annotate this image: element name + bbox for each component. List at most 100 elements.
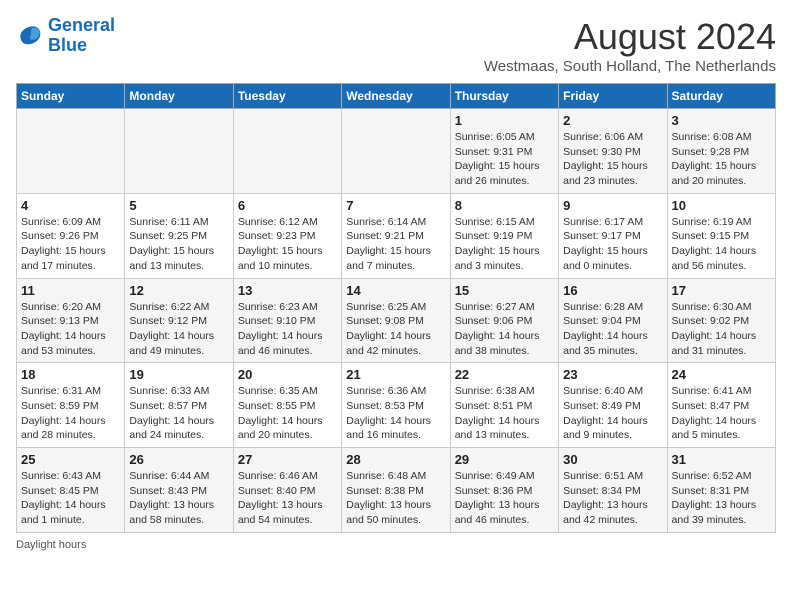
day-number: 12 (129, 283, 228, 298)
col-header-thursday: Thursday (450, 84, 558, 109)
day-number: 30 (563, 452, 662, 467)
calendar-cell: 9Sunrise: 6:17 AM Sunset: 9:17 PM Daylig… (559, 193, 667, 278)
calendar-cell: 10Sunrise: 6:19 AM Sunset: 9:15 PM Dayli… (667, 193, 775, 278)
calendar-cell: 13 Sunrise: 6:23 AM Sunset: 9:10 PM Dayli… (233, 278, 341, 363)
page-header: General Blue August 2024 Westmaas, South… (16, 16, 776, 75)
day-info: Sunrise: 6:36 AM Sunset: 8:53 PM Dayligh… (346, 384, 445, 443)
day-number: 6 (238, 198, 337, 213)
day-info: Sunrise: 6:35 AM Sunset: 8:55 PM Dayligh… (238, 384, 337, 443)
logo-line2: Blue (48, 35, 87, 55)
logo-text: General Blue (48, 16, 115, 56)
day-number: 17 (672, 283, 771, 298)
day-number: 9 (563, 198, 662, 213)
day-number: 8 (455, 198, 554, 213)
calendar-week-row: 11 Sunrise: 6:20 AM Sunset: 9:13 PM Dayli… (17, 278, 776, 363)
calendar-cell: 5 Sunrise: 6:11 AM Sunset: 9:25 PM Daylig… (125, 193, 233, 278)
day-number: 2 (563, 113, 662, 128)
day-info: Sunrise: 6:38 AM Sunset: 8:51 PM Dayligh… (455, 384, 554, 443)
day-number: 26 (129, 452, 228, 467)
calendar-cell: 30 Sunrise: 6:51 AM Sunset: 8:34 PM Dayli… (559, 448, 667, 533)
day-number: 24 (672, 367, 771, 382)
col-header-monday: Monday (125, 84, 233, 109)
day-info: Sunrise: 6:30 AM Sunset: 9:02 PM Dayligh… (672, 300, 771, 359)
day-number: 13 (238, 283, 337, 298)
day-number: 20 (238, 367, 337, 382)
calendar-cell: 15 Sunrise: 6:27 AM Sunset: 9:06 PM Dayli… (450, 278, 558, 363)
day-info: Sunrise: 6:49 AM Sunset: 8:36 PM Dayligh… (455, 469, 554, 528)
calendar-header-row: SundayMondayTuesdayWednesdayThursdayFrid… (17, 84, 776, 109)
calendar-cell: 27 Sunrise: 6:46 AM Sunset: 8:40 PM Dayli… (233, 448, 341, 533)
col-header-sunday: Sunday (17, 84, 125, 109)
calendar-week-row: 1 Sunrise: 6:05 AM Sunset: 9:31 PM Daylig… (17, 109, 776, 194)
calendar-cell: 14Sunrise: 6:25 AM Sunset: 9:08 PM Dayli… (342, 278, 450, 363)
calendar-cell: 8Sunrise: 6:15 AM Sunset: 9:19 PM Daylig… (450, 193, 558, 278)
logo: General Blue (16, 16, 115, 56)
day-info: Sunrise: 6:06 AM Sunset: 9:30 PM Dayligh… (563, 130, 662, 189)
day-number: 16 (563, 283, 662, 298)
day-info: Sunrise: 6:40 AM Sunset: 8:49 PM Dayligh… (563, 384, 662, 443)
day-info: Sunrise: 6:46 AM Sunset: 8:40 PM Dayligh… (238, 469, 337, 528)
calendar-cell: 2 Sunrise: 6:06 AM Sunset: 9:30 PM Daylig… (559, 109, 667, 194)
day-number: 22 (455, 367, 554, 382)
day-info: Sunrise: 6:09 AM Sunset: 9:26 PM Dayligh… (21, 215, 120, 274)
day-number: 31 (672, 452, 771, 467)
day-number: 7 (346, 198, 445, 213)
calendar-cell: 22 Sunrise: 6:38 AM Sunset: 8:51 PM Dayli… (450, 363, 558, 448)
day-info: Sunrise: 6:51 AM Sunset: 8:34 PM Dayligh… (563, 469, 662, 528)
day-info: Sunrise: 6:44 AM Sunset: 8:43 PM Dayligh… (129, 469, 228, 528)
calendar-cell: 7 Sunrise: 6:14 AM Sunset: 9:21 PM Daylig… (342, 193, 450, 278)
day-number: 15 (455, 283, 554, 298)
logo-line1: General (48, 15, 115, 35)
day-number: 5 (129, 198, 228, 213)
day-info: Sunrise: 6:41 AM Sunset: 8:47 PM Dayligh… (672, 384, 771, 443)
calendar-cell: 19Sunrise: 6:33 AM Sunset: 8:57 PM Dayli… (125, 363, 233, 448)
day-info: Sunrise: 6:22 AM Sunset: 9:12 PM Dayligh… (129, 300, 228, 359)
calendar-cell (125, 109, 233, 194)
col-header-tuesday: Tuesday (233, 84, 341, 109)
col-header-wednesday: Wednesday (342, 84, 450, 109)
month-title: August 2024 (484, 16, 776, 58)
day-number: 27 (238, 452, 337, 467)
day-info: Sunrise: 6:14 AM Sunset: 9:21 PM Dayligh… (346, 215, 445, 274)
calendar-cell: 18Sunrise: 6:31 AM Sunset: 8:59 PM Dayli… (17, 363, 125, 448)
daylight-label: Daylight hours (16, 539, 86, 551)
day-number: 28 (346, 452, 445, 467)
calendar-cell (17, 109, 125, 194)
logo-icon (16, 22, 44, 50)
calendar-week-row: 18Sunrise: 6:31 AM Sunset: 8:59 PM Dayli… (17, 363, 776, 448)
day-info: Sunrise: 6:05 AM Sunset: 9:31 PM Dayligh… (455, 130, 554, 189)
calendar-cell: 26 Sunrise: 6:44 AM Sunset: 8:43 PM Dayli… (125, 448, 233, 533)
calendar-cell: 6Sunrise: 6:12 AM Sunset: 9:23 PM Daylig… (233, 193, 341, 278)
day-number: 29 (455, 452, 554, 467)
day-number: 4 (21, 198, 120, 213)
day-info: Sunrise: 6:52 AM Sunset: 8:31 PM Dayligh… (672, 469, 771, 528)
calendar-cell: 29 Sunrise: 6:49 AM Sunset: 8:36 PM Dayli… (450, 448, 558, 533)
title-block: August 2024 Westmaas, South Holland, The… (484, 16, 776, 75)
calendar-cell (233, 109, 341, 194)
calendar-cell: 17 Sunrise: 6:30 AM Sunset: 9:02 PM Dayli… (667, 278, 775, 363)
day-info: Sunrise: 6:48 AM Sunset: 8:38 PM Dayligh… (346, 469, 445, 528)
day-number: 21 (346, 367, 445, 382)
calendar-cell: 24 Sunrise: 6:41 AM Sunset: 8:47 PM Dayli… (667, 363, 775, 448)
calendar-cell (342, 109, 450, 194)
day-info: Sunrise: 6:23 AM Sunset: 9:10 PM Dayligh… (238, 300, 337, 359)
calendar-cell: 16Sunrise: 6:28 AM Sunset: 9:04 PM Dayli… (559, 278, 667, 363)
calendar-cell: 11 Sunrise: 6:20 AM Sunset: 9:13 PM Dayli… (17, 278, 125, 363)
day-info: Sunrise: 6:20 AM Sunset: 9:13 PM Dayligh… (21, 300, 120, 359)
calendar-week-row: 25Sunrise: 6:43 AM Sunset: 8:45 PM Dayli… (17, 448, 776, 533)
day-info: Sunrise: 6:27 AM Sunset: 9:06 PM Dayligh… (455, 300, 554, 359)
day-number: 10 (672, 198, 771, 213)
calendar-cell: 3Sunrise: 6:08 AM Sunset: 9:28 PM Daylig… (667, 109, 775, 194)
calendar-cell: 25Sunrise: 6:43 AM Sunset: 8:45 PM Dayli… (17, 448, 125, 533)
calendar-cell: 1 Sunrise: 6:05 AM Sunset: 9:31 PM Daylig… (450, 109, 558, 194)
day-number: 18 (21, 367, 120, 382)
calendar-cell: 21 Sunrise: 6:36 AM Sunset: 8:53 PM Dayli… (342, 363, 450, 448)
day-info: Sunrise: 6:08 AM Sunset: 9:28 PM Dayligh… (672, 130, 771, 189)
calendar-cell: 23Sunrise: 6:40 AM Sunset: 8:49 PM Dayli… (559, 363, 667, 448)
day-info: Sunrise: 6:33 AM Sunset: 8:57 PM Dayligh… (129, 384, 228, 443)
day-number: 11 (21, 283, 120, 298)
col-header-friday: Friday (559, 84, 667, 109)
col-header-saturday: Saturday (667, 84, 775, 109)
day-info: Sunrise: 6:11 AM Sunset: 9:25 PM Dayligh… (129, 215, 228, 274)
day-number: 1 (455, 113, 554, 128)
